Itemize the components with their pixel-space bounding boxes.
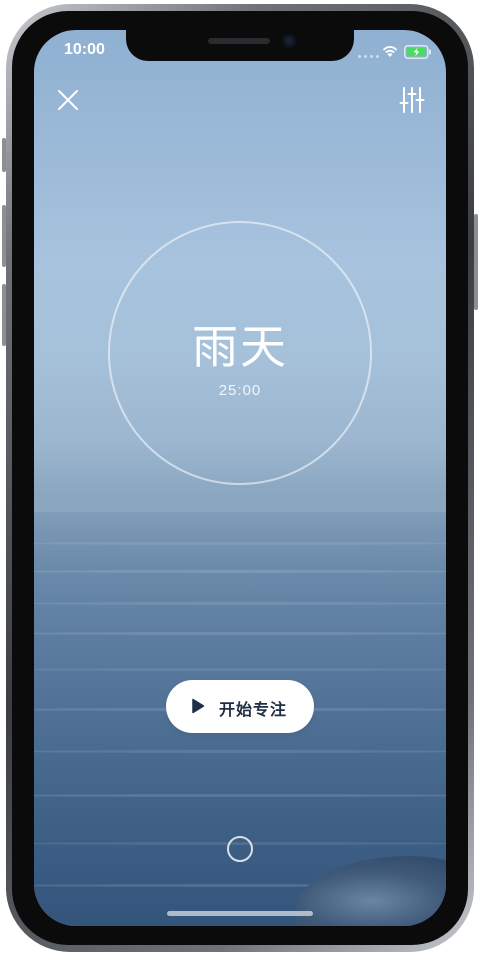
volume-down-button <box>2 284 6 346</box>
power-button <box>474 214 478 310</box>
sliders-icon[interactable] <box>399 86 425 114</box>
front-camera <box>282 34 296 48</box>
mute-switch <box>2 138 6 172</box>
wifi-icon <box>382 46 398 57</box>
play-icon <box>192 698 205 714</box>
circle-icon[interactable] <box>227 836 253 862</box>
battery-charging-icon <box>404 45 431 59</box>
start-focus-button[interactable]: 开始专注 <box>166 680 314 733</box>
speaker-grille <box>208 38 270 44</box>
home-indicator[interactable] <box>167 911 313 916</box>
notch <box>126 30 354 61</box>
start-focus-label: 开始专注 <box>219 700 288 719</box>
close-icon[interactable] <box>56 88 80 112</box>
signal-icon <box>358 55 379 58</box>
volume-up-button <box>2 205 6 267</box>
phone-mockup: 10:00 雨天 25:00 开始专注 <box>0 0 480 956</box>
status-time: 10:00 <box>64 41 105 58</box>
scene-title: 雨天 <box>192 320 288 374</box>
timer-value: 25:00 <box>218 382 262 399</box>
